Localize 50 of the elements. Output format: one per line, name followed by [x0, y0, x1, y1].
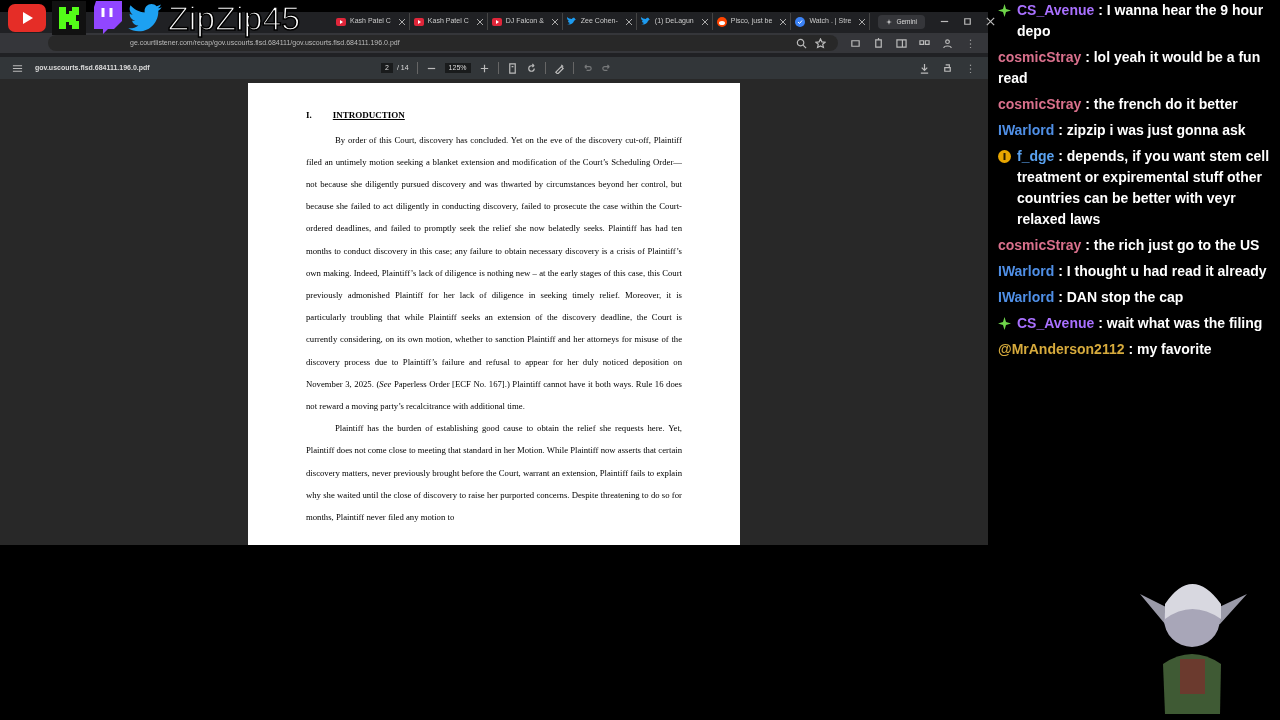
k-logo: [52, 1, 86, 35]
video-play-icon: [336, 17, 346, 26]
chat-message: cosmicStray : lol yeah it would be a fun read: [998, 48, 1262, 88]
body-paragraph: By order of this Court, discovery has concluded. Yet on the eve of the discovery cut-off, Plaintiff filed an untimely motion seeking a blanket extension and modification of the Court’s Scheduling Order—not because she diligently pursued discovery and was thwarted by circumstances beyond her control, but because she failed to act diligently in conducting discovery, failed to prosecute the case within the Court-ordered deadlines, and failed to promptly seek the relief she now belatedly seeks. Plaintiff has had ten months to conduct discovery in this case; any failure to obtain necessary discovery is a crisis of Plaintiff’s own making. Indeed, Plaintiff’s lack of diligence is nothing new – at the early stages of this case, this Court previously admonished Plaintiff for her lack of diligence in seeking timely relief. Moreover, it is particularly troubling that while Plaintiff seeks an extension of the discovery deadline, the Court is currently considering, on its own motion, whether to sanction Plaintiff and her attorneys for misuse of the discovery process due to Plaintiff’s failure and refusal to appear for her duly noticed deposition on November 3, 2025. (See Paperless Order [ECF No. 167].) Plaintiff cannot have it both ways. Rule 16 does not reward a moving party’s recalcitrance with additional time.: [306, 133, 682, 413]
close-icon[interactable]: [859, 18, 866, 25]
chat-message: f_dge : depends, if you want stem cell treatment or expiremental stuff other countries can be better with veyr relaxed laws: [1017, 147, 1271, 229]
section-heading: INTRODUCTION: [332, 109, 405, 122]
chat-message: IWarlord : DAN stop the cap: [998, 288, 1184, 307]
annotate-icon[interactable]: [553, 62, 565, 74]
zoom-in-icon[interactable]: [478, 62, 490, 74]
diamond-badge-icon: [998, 4, 1011, 17]
close-icon[interactable]: [985, 16, 996, 27]
bird-icon: [640, 17, 651, 26]
coin-badge-icon: [998, 150, 1011, 163]
channel-name: ZipZip45: [168, 1, 301, 35]
alien-face-icon: [716, 16, 727, 27]
bird-logo: [128, 4, 162, 32]
section-number: I.: [306, 109, 312, 122]
chat-message: IWarlord : zipzip i was just gonna ask: [998, 121, 1246, 140]
chat-message: CS_Avenue : wait what was the filing: [1017, 314, 1263, 333]
chat-bubble-logo: [92, 1, 122, 35]
video-play-icon: [491, 17, 502, 26]
chat-message: IWarlord : I thought u had read it already: [998, 262, 1267, 281]
close-icon[interactable]: [551, 18, 558, 25]
bird-icon: [566, 17, 577, 26]
rotate-icon[interactable]: [525, 62, 537, 74]
chat-message: @MrAnderson2112 : my favorite: [998, 340, 1212, 359]
search-icon[interactable]: [796, 37, 807, 49]
badge-check-icon: [795, 16, 806, 27]
chat-message: CS_Avenue : I wanna hear the 9 hour depo: [1017, 1, 1265, 41]
play-button-logo: [8, 4, 46, 32]
chat-message: cosmicStray : the rich just go to the US: [998, 236, 1260, 255]
maximize-icon[interactable]: [962, 16, 973, 27]
star-icon[interactable]: [815, 37, 826, 49]
body-paragraph: Plaintiff has the burden of establishing good cause to obtain the relief she requests here. Yet, Plaintiff does not come close to meeting that standard in her Motion. While Plaintiff now asserts that certain discovery matters, never previously brought before the Court, warrant an extension, Plaintiff fails to explain why she waited until the close of discovery to raise her purported concerns. Despite threatening to do so for months, Plaintiff never filed any motion to: [306, 422, 682, 524]
close-icon[interactable]: [701, 18, 708, 25]
video-play-icon: [413, 17, 424, 26]
close-icon[interactable]: [625, 18, 632, 25]
download-icon[interactable]: [919, 62, 930, 74]
menu-icon[interactable]: [12, 62, 23, 74]
chat-message: cosmicStray : the french do it better: [998, 95, 1238, 114]
close-icon[interactable]: [780, 18, 787, 25]
diamond-badge-icon: [998, 317, 1011, 330]
fit-page-icon[interactable]: [506, 62, 518, 74]
close-icon[interactable]: [476, 18, 483, 25]
sidebar-icon[interactable]: [896, 37, 907, 49]
profile-icon[interactable]: [942, 37, 953, 49]
sparkle-icon: [886, 18, 893, 25]
close-icon[interactable]: [398, 18, 405, 25]
redo-icon[interactable]: [600, 62, 612, 74]
